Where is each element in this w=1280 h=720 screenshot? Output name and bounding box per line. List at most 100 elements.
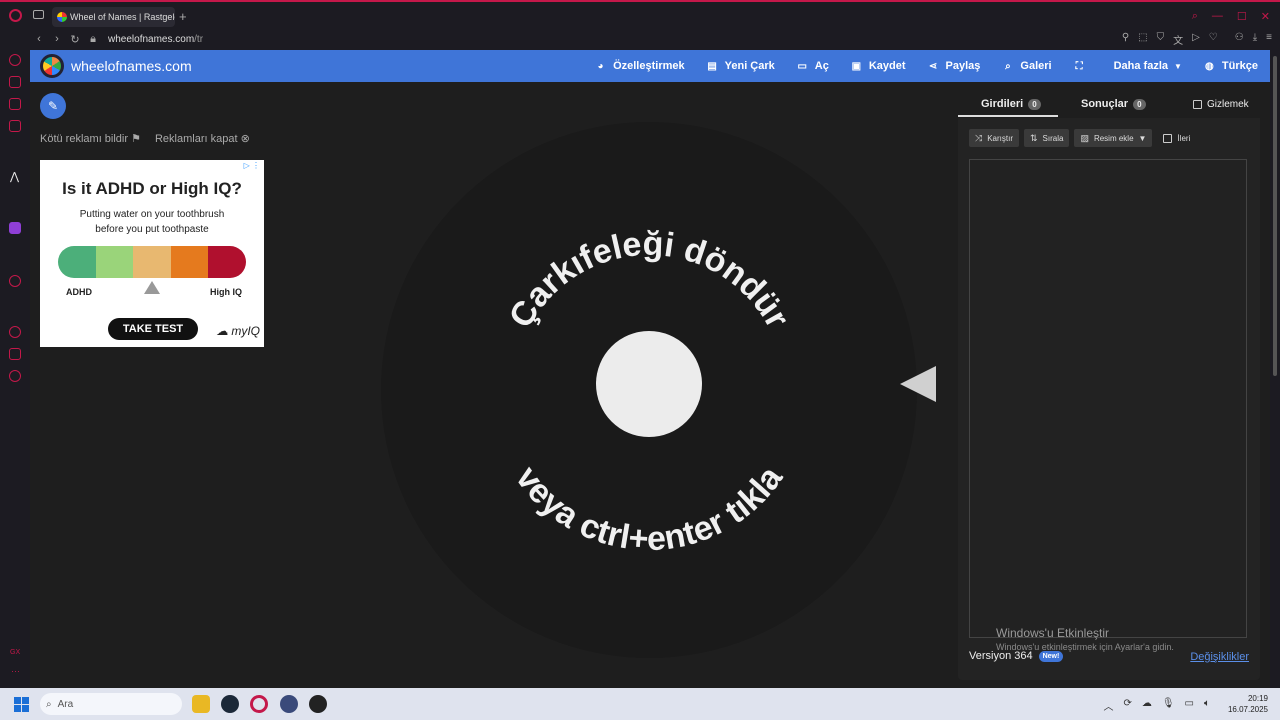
- myiq-logo: ☁︎ myIQ: [215, 324, 260, 338]
- sidebar-twitch-icon[interactable]: [9, 222, 21, 234]
- ad-controls: Kötü reklamı bildir ⚑ Reklamları kapat ⊗: [40, 132, 250, 145]
- sidebar-ai-icon[interactable]: [9, 54, 21, 66]
- advanced-checkbox[interactable]: İleri: [1157, 129, 1196, 147]
- opera-gx-icon[interactable]: [250, 695, 268, 713]
- forward-icon[interactable]: ›: [48, 33, 66, 45]
- url-field[interactable]: wheelofnames.com/tr: [108, 34, 203, 45]
- monitor-icon[interactable]: ▭: [1185, 698, 1194, 713]
- activation-watermark-sub: Windows'u etkinleştirmek için Ayarlar'a …: [996, 642, 1174, 652]
- cloud-icon[interactable]: ☁︎: [1142, 698, 1152, 713]
- edit-button[interactable]: ✎: [40, 93, 66, 119]
- scale-segment: [133, 246, 171, 278]
- advertisement[interactable]: ▷ ⋮ Is it ADHD or High IQ? Putting water…: [40, 160, 264, 347]
- menu-fullscreen[interactable]: ⛶: [1074, 61, 1092, 72]
- windows-start-icon[interactable]: [14, 697, 29, 712]
- sync-icon[interactable]: ⟳: [1123, 698, 1131, 713]
- add-image-button[interactable]: ▨ Resim ekle ▼: [1074, 129, 1153, 147]
- sidebar-messenger-icon[interactable]: [9, 98, 21, 110]
- results-count: 0: [1133, 98, 1146, 110]
- logo[interactable]: [40, 54, 64, 78]
- active-tab-indicator: [958, 115, 1058, 117]
- browser-chrome: Wheel of Names | Rastgele + ⌕ — ☐ ✕ ‹ › …: [0, 0, 1280, 50]
- volume-icon[interactable]: 🔈︎: [1204, 698, 1210, 713]
- sort-button[interactable]: ⇅ Sırala: [1023, 129, 1070, 147]
- close-ads-link[interactable]: Reklamları kapat ⊗: [155, 132, 250, 145]
- menu-customize[interactable]: ◕ Özelleştirmek: [595, 60, 685, 72]
- heart-icon[interactable]: ♡: [1209, 32, 1218, 47]
- changes-link[interactable]: Değişiklikler: [1190, 651, 1249, 663]
- scale-segment: [208, 246, 246, 278]
- shield-icon[interactable]: ⛉: [1157, 32, 1165, 47]
- ad-body: Putting water on your toothbrush before y…: [79, 209, 225, 235]
- browser-sidebar: ⋀ GX ···: [0, 50, 30, 688]
- sidebar-store-icon[interactable]: [9, 76, 21, 88]
- checkbox-icon: [1193, 100, 1202, 109]
- active-tab[interactable]: Wheel of Names | Rastgele: [52, 7, 175, 27]
- menu-gallery[interactable]: ⌕ Galeri: [1002, 60, 1052, 72]
- file-explorer-icon[interactable]: [192, 695, 210, 713]
- pin-icon[interactable]: ⚲: [1122, 32, 1129, 47]
- sidebar-gx-icon[interactable]: [9, 120, 21, 132]
- sidebar-extensions-icon[interactable]: [9, 348, 21, 360]
- translate-icon[interactable]: 文: [1173, 32, 1183, 47]
- menu-more[interactable]: Daha fazla ▼: [1114, 60, 1182, 72]
- menu-save[interactable]: ▣ Kaydet: [851, 60, 906, 72]
- taskbar: ⌕ Ara ︿ ⟳ ☁︎ 🎙︎ ▭ 🔈︎ 20:19 16.07.2025: [0, 688, 1280, 720]
- system-tray: ︿ ⟳ ☁︎ 🎙︎ ▭ 🔈︎: [1103, 698, 1210, 713]
- tab-entries[interactable]: Girdileri 0: [981, 98, 1041, 110]
- share-icon: ⋖: [928, 60, 938, 72]
- sidebar-tool-icon[interactable]: ⋀: [10, 170, 19, 183]
- download-icon[interactable]: ⤓: [1253, 32, 1257, 47]
- wheel-center[interactable]: [596, 331, 702, 437]
- tab-title: Wheel of Names | Rastgele: [70, 12, 175, 22]
- search-icon: ⌕: [46, 698, 52, 710]
- report-ad-link[interactable]: Kötü reklamı bildir ⚑: [40, 132, 141, 145]
- player-icon[interactable]: ▷: [1192, 32, 1200, 47]
- snapshot-icon[interactable]: ⬚: [1138, 32, 1147, 47]
- entries-textarea[interactable]: [969, 159, 1247, 638]
- minimize-button[interactable]: —: [1212, 10, 1223, 23]
- chevron-up-icon[interactable]: ︿: [1103, 698, 1113, 713]
- opera-logo-icon[interactable]: [9, 9, 22, 22]
- shuffle-icon: ⤨: [975, 132, 983, 143]
- mic-icon[interactable]: 🎙︎: [1162, 698, 1175, 713]
- menu-new-wheel[interactable]: ▤ Yeni Çark: [707, 60, 774, 72]
- back-icon[interactable]: ‹: [30, 33, 48, 45]
- scale-segment: [170, 246, 209, 278]
- sidebar-settings-icon[interactable]: [9, 370, 21, 382]
- address-bar: ‹ › ↻ 🔒︎ wheelofnames.com/tr ⚲ ⬚ ⛉ 文 ▷ ♡…: [30, 28, 1280, 50]
- menu-language[interactable]: ◍ Türkçe: [1204, 60, 1258, 72]
- take-test-button[interactable]: TAKE TEST: [108, 318, 198, 340]
- steam-icon[interactable]: [221, 695, 239, 713]
- clock[interactable]: 20:19 16.07.2025: [1228, 693, 1268, 715]
- panel-tabs: Girdileri 0 Sonuçlar 0 Gizlemek: [958, 90, 1260, 118]
- tab-results[interactable]: Sonuçlar 0: [1081, 98, 1146, 110]
- page-scrollbar[interactable]: [1270, 50, 1280, 688]
- sidebar-more-icon[interactable]: ···: [11, 666, 20, 676]
- maximize-button[interactable]: ☐: [1237, 10, 1247, 23]
- sidebar-player-icon[interactable]: [9, 275, 21, 287]
- menu-share[interactable]: ⋖ Paylaş: [928, 60, 981, 72]
- app-icon[interactable]: [280, 695, 298, 713]
- account-icon[interactable]: ⚇: [1235, 32, 1244, 47]
- scale-right-label: High IQ: [210, 287, 242, 297]
- ad-scale: [58, 246, 246, 278]
- menu-open[interactable]: ▭ Aç: [797, 60, 829, 72]
- new-tab-button[interactable]: +: [179, 9, 187, 24]
- scrollbar-thumb[interactable]: [1273, 56, 1277, 376]
- palette-icon: ◕: [597, 60, 604, 72]
- hide-checkbox[interactable]: Gizlemek: [1193, 99, 1249, 110]
- search-icon[interactable]: ⌕: [1192, 10, 1198, 23]
- ad-info-icon[interactable]: ▷ ⋮: [244, 161, 260, 170]
- tab-manager-icon[interactable]: [33, 10, 44, 19]
- wheel[interactable]: Çarkıfeleği döndür veya ctrl+enter tıkla: [380, 121, 918, 659]
- shuffle-button[interactable]: ⤨ Karıştır: [969, 129, 1019, 147]
- taskbar-search[interactable]: ⌕ Ara: [40, 693, 182, 715]
- obs-icon[interactable]: [309, 695, 327, 713]
- sidebar-history-icon[interactable]: [9, 326, 21, 338]
- close-button[interactable]: ✕: [1261, 10, 1270, 23]
- toolbar-icons: ⚲ ⬚ ⛉ 文 ▷ ♡ ⚇ ⤓ ≡: [1122, 32, 1272, 47]
- reload-icon[interactable]: ↻: [66, 33, 84, 46]
- menu-icon[interactable]: ≡: [1266, 32, 1272, 47]
- brand-name[interactable]: wheelofnames.com: [71, 58, 192, 74]
